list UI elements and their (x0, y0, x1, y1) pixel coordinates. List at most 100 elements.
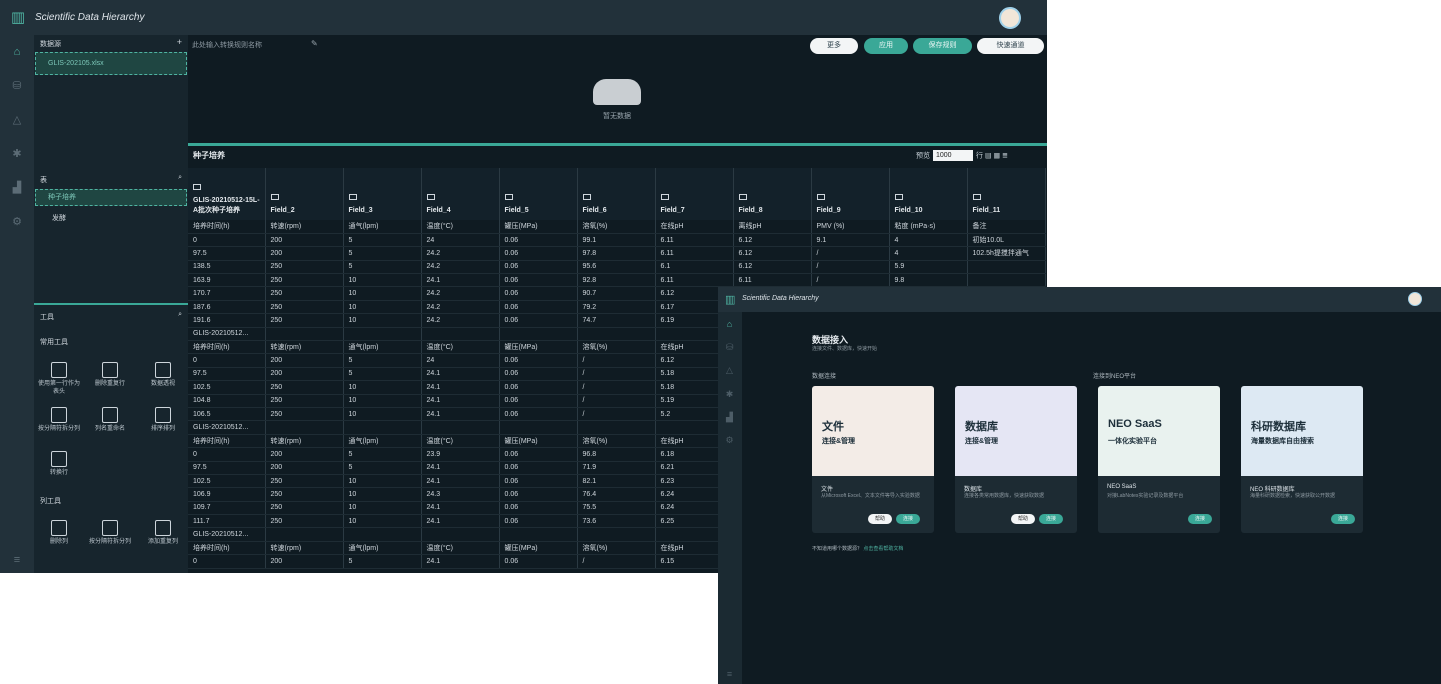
source-card[interactable]: NEO SaaS 一体化实验平台 NEO SaaS 对接LabNotes实验记录及数据… (1098, 386, 1220, 533)
table-cell[interactable]: 24.2 (421, 260, 500, 275)
table-cell[interactable] (343, 420, 422, 435)
table-cell[interactable]: 191.6 (188, 313, 266, 328)
table-cell[interactable]: 温度(°C) (421, 340, 500, 355)
rule-name-input[interactable]: 此处输入转换规则名称 (192, 40, 262, 50)
table-cell[interactable] (499, 420, 578, 435)
table-cell[interactable]: 0.06 (499, 407, 578, 422)
table-cell[interactable]: 10 (343, 501, 422, 516)
table-cell[interactable]: 溶氧(%) (577, 340, 656, 355)
table-cell[interactable]: 106.9 (188, 487, 266, 502)
table-cell[interactable]: 10 (343, 514, 422, 529)
table-cell[interactable] (265, 527, 344, 542)
table-cell[interactable]: 200 (265, 353, 344, 368)
column-header[interactable]: Field_9 (811, 168, 890, 220)
table-cell[interactable]: 250 (265, 286, 344, 301)
table-cell[interactable]: 97.8 (577, 246, 656, 261)
table-cell[interactable]: 0.06 (499, 286, 578, 301)
settings-icon[interactable]: ⚙ (10, 215, 24, 229)
table-cell[interactable]: 通气(lpm) (343, 220, 422, 234)
table-cell[interactable]: 通气(lpm) (343, 541, 422, 556)
table-item-seed[interactable]: 种子培养 (35, 189, 187, 206)
help-link[interactable]: 点击查看帮助文档 (863, 546, 903, 552)
table-cell[interactable]: 250 (265, 380, 344, 395)
table-cell[interactable]: 6.11 (655, 273, 734, 288)
table-cell[interactable]: 200 (265, 461, 344, 475)
table-cell[interactable]: 24.3 (421, 487, 500, 502)
table-cell[interactable]: 170.7 (188, 286, 266, 301)
add-datasource-icon[interactable]: + (177, 37, 182, 47)
table-cell[interactable]: 5 (343, 367, 422, 382)
table-cell[interactable]: 溶氧(%) (577, 541, 656, 556)
table-cell[interactable]: 9.8 (889, 273, 968, 288)
datasource-file[interactable]: GLIS-202105.xlsx (35, 52, 187, 75)
table-cell[interactable]: 138.5 (188, 260, 266, 275)
column-header[interactable]: Field_7 (655, 168, 734, 220)
table-cell[interactable]: 0.06 (499, 246, 578, 261)
table-cell[interactable]: 5 (343, 246, 422, 261)
table-cell[interactable]: 6.12 (733, 246, 812, 261)
tool-split-column[interactable]: 按分隔符拆分列 (36, 407, 82, 433)
flask-icon[interactable]: △ (10, 113, 24, 127)
table-cell[interactable] (577, 327, 656, 342)
table-cell[interactable]: 0.06 (499, 554, 578, 569)
table-cell[interactable]: / (577, 407, 656, 422)
table-cell[interactable]: 0.06 (499, 300, 578, 315)
table-cell[interactable]: 200 (265, 233, 344, 248)
table-cell[interactable]: 5 (343, 554, 422, 569)
column-header[interactable]: GLIS-20210512-15L-A批次种子培养 (188, 168, 266, 220)
table-cell[interactable]: 转速(rpm) (265, 220, 344, 234)
table-cell[interactable]: 6.11 (655, 246, 734, 261)
flask-icon[interactable]: △ (724, 365, 735, 376)
table-cell[interactable]: 0 (188, 447, 266, 462)
table-cell[interactable]: 97.5 (188, 367, 266, 382)
bug-icon[interactable]: ✱ (10, 147, 24, 161)
table-cell[interactable] (421, 327, 500, 342)
connect-button[interactable]: 连接 (1331, 514, 1355, 524)
table-cell[interactable]: 24.1 (421, 367, 500, 382)
table-cell[interactable] (967, 273, 1046, 288)
table-cell[interactable]: 5 (343, 447, 422, 462)
avatar[interactable] (1408, 292, 1422, 306)
table-cell[interactable]: 6.12 (733, 233, 812, 248)
connect-button[interactable]: 连接 (1188, 514, 1212, 524)
table-cell[interactable]: / (811, 260, 890, 275)
column-header[interactable]: Field_6 (577, 168, 656, 220)
table-cell[interactable]: 罐压(MPa) (499, 541, 578, 556)
table-cell[interactable] (499, 327, 578, 342)
table-cell[interactable]: 转速(rpm) (265, 541, 344, 556)
table-cell[interactable]: 250 (265, 407, 344, 422)
table-cell[interactable]: 备注 (967, 220, 1046, 234)
table-cell[interactable]: PMV (%) (811, 220, 890, 234)
chart-icon[interactable]: ▟ (10, 181, 24, 195)
table-cell[interactable]: 102.5 (188, 380, 266, 395)
table-cell[interactable]: 73.6 (577, 514, 656, 529)
table-cell[interactable]: 10 (343, 313, 422, 328)
tool-first-row-header[interactable]: 使用第一行作为表头 (36, 362, 82, 396)
table-cell[interactable]: 24.2 (421, 313, 500, 328)
table-cell[interactable]: 74.7 (577, 313, 656, 328)
table-cell[interactable]: 24.1 (421, 461, 500, 475)
help-button[interactable]: 帮助 (1011, 514, 1035, 524)
table-cell[interactable] (577, 527, 656, 542)
table-cell[interactable]: 温度(°C) (421, 434, 500, 449)
table-cell[interactable]: 75.5 (577, 501, 656, 516)
table-cell[interactable]: 90.7 (577, 286, 656, 301)
table-cell[interactable]: 102.5h提搅拌通气 (967, 246, 1046, 261)
table-cell[interactable]: 250 (265, 394, 344, 408)
table-cell[interactable]: 5.9 (889, 260, 968, 275)
table-cell[interactable]: 温度(°C) (421, 220, 500, 234)
table-cell[interactable]: 10 (343, 273, 422, 288)
table-cell[interactable] (265, 327, 344, 342)
table-cell[interactable]: 24.1 (421, 514, 500, 529)
table-cell[interactable]: 102.5 (188, 474, 266, 489)
table-cell[interactable]: 5 (343, 461, 422, 475)
table-cell[interactable]: 0.06 (499, 447, 578, 462)
table-cell[interactable]: GLIS-20210512... (188, 527, 266, 542)
table-cell[interactable]: 200 (265, 447, 344, 462)
table-cell[interactable]: 24.2 (421, 300, 500, 315)
table-cell[interactable]: 温度(°C) (421, 541, 500, 556)
table-cell[interactable]: 0.06 (499, 461, 578, 475)
table-cell[interactable]: 6.12 (733, 260, 812, 275)
table-cell[interactable]: 24.1 (421, 273, 500, 288)
table-cell[interactable]: 0.06 (499, 394, 578, 408)
